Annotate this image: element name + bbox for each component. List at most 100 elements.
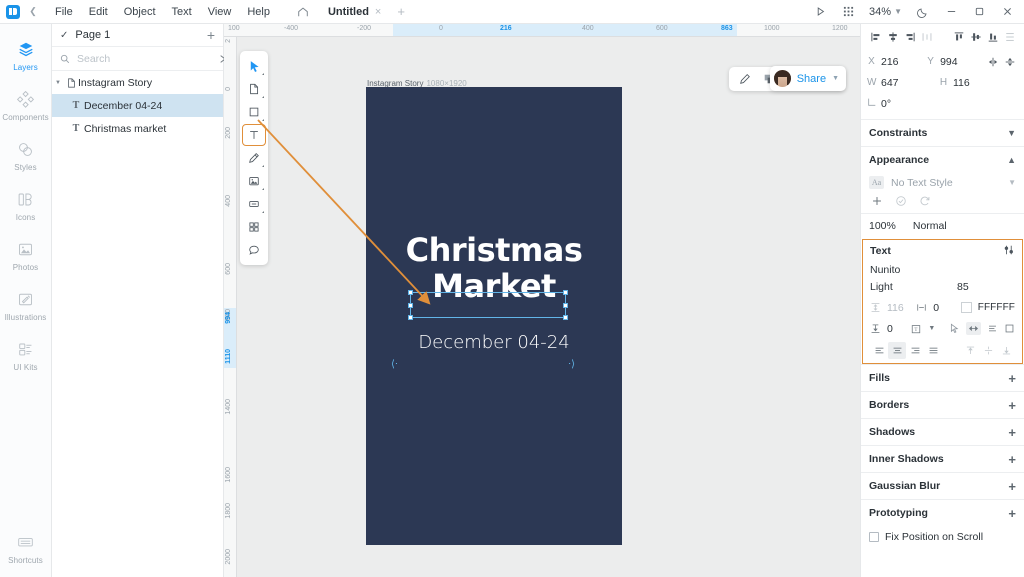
comment-tool[interactable] <box>242 239 266 261</box>
menu-item-object[interactable]: Object <box>116 4 164 20</box>
chevron-up-icon[interactable]: ▲ <box>1007 155 1016 165</box>
menu-item-help[interactable]: Help <box>239 4 278 20</box>
reset-style-button[interactable] <box>919 195 931 207</box>
sidebar-item-shortcuts[interactable]: Shortcuts <box>0 531 52 565</box>
text-resize-arrow-left[interactable]: ⟨⋅ <box>391 360 398 370</box>
sidebar-item-icons[interactable]: Icons <box>0 188 52 222</box>
chevron-down-icon[interactable]: ▼ <box>1007 128 1016 138</box>
chevron-down-icon[interactable]: ▼ <box>832 75 839 82</box>
selection-box[interactable] <box>408 290 568 320</box>
section-constraints[interactable]: Constraints ▼ <box>861 119 1024 146</box>
artboard-heading-line1[interactable]: Christmas <box>366 232 622 269</box>
new-tab-button[interactable]: + <box>389 4 413 19</box>
maximize-window-button[interactable] <box>966 1 992 23</box>
move-tool[interactable] <box>242 55 266 77</box>
image-tool[interactable] <box>242 170 266 192</box>
search-input[interactable] <box>77 52 212 65</box>
add-fill-button[interactable]: + <box>1008 372 1016 385</box>
text-settings-icon[interactable] <box>1003 244 1015 259</box>
sidebar-item-components[interactable]: Components <box>0 88 52 122</box>
text-color-field[interactable]: FFFFFF <box>960 302 1015 313</box>
add-shadow-button[interactable]: + <box>1008 426 1016 439</box>
valign-bottom-icon[interactable] <box>997 342 1015 359</box>
rotation-field[interactable]: 0° <box>867 97 939 110</box>
blend-mode-value[interactable]: Normal <box>913 220 947 232</box>
sidebar-item-styles[interactable]: Styles <box>0 138 52 172</box>
menu-item-text[interactable]: Text <box>164 4 200 20</box>
menu-item-file[interactable]: File <box>47 4 81 20</box>
align-middle-v-icon[interactable] <box>967 27 984 47</box>
chevron-down-icon[interactable]: ▼ <box>52 80 64 86</box>
add-inner-shadow-button[interactable]: + <box>1008 453 1016 466</box>
vertical-ruler[interactable]: 2 0 200 400 600 800 994 1110 1400 1600 1… <box>224 37 237 577</box>
play-preview-icon[interactable] <box>807 1 833 23</box>
resize-handle-r[interactable] <box>563 303 568 308</box>
add-border-button[interactable]: + <box>1008 399 1016 412</box>
height-field[interactable]: H 116 <box>939 77 1011 89</box>
y-field[interactable]: Y 994 <box>926 56 985 68</box>
chevron-down-icon[interactable]: ▼ <box>928 325 935 332</box>
dark-mode-icon[interactable] <box>910 1 936 23</box>
align-left-icon[interactable] <box>867 27 884 47</box>
apps-grid-icon[interactable] <box>835 1 861 23</box>
menu-item-edit[interactable]: Edit <box>81 4 116 20</box>
section-appearance[interactable]: Appearance ▲ <box>861 146 1024 173</box>
add-style-button[interactable] <box>871 195 883 207</box>
sidebar-item-uikits[interactable]: UI Kits <box>0 338 52 372</box>
app-logo[interactable] <box>0 0 26 24</box>
menu-item-view[interactable]: View <box>200 4 240 20</box>
component-tool[interactable] <box>242 193 266 215</box>
distribute-h-icon[interactable] <box>918 27 935 47</box>
section-fills[interactable]: Fills + <box>861 364 1024 391</box>
canvas-area[interactable]: 100 -400 -200 0 216 400 600 863 1000 120… <box>224 24 860 577</box>
fixed-size-icon[interactable] <box>1004 323 1015 334</box>
auto-height-icon[interactable] <box>987 323 998 334</box>
grid-tool[interactable] <box>242 216 266 238</box>
font-weight-value[interactable]: Light <box>870 281 957 293</box>
section-prototyping[interactable]: Prototyping + <box>861 499 1024 526</box>
letter-spacing-field[interactable]: 0 <box>916 302 960 314</box>
align-center-h-icon[interactable] <box>884 27 901 47</box>
resize-handle-tl[interactable] <box>408 290 413 295</box>
align-right-icon[interactable] <box>901 27 918 47</box>
flip-horizontal-icon[interactable] <box>985 56 1001 68</box>
text-resize-arrow-right[interactable]: ⋅⟩ <box>568 360 575 370</box>
section-shadows[interactable]: Shadows + <box>861 418 1024 445</box>
sidebar-item-layers[interactable]: Layers <box>0 38 52 72</box>
resize-handle-l[interactable] <box>408 303 413 308</box>
avatar[interactable] <box>773 70 791 87</box>
home-icon[interactable] <box>292 6 314 18</box>
back-chevron-icon[interactable]: ❮ <box>26 6 40 17</box>
add-prototype-button[interactable]: + <box>1008 507 1016 520</box>
chevron-down-icon[interactable]: ▼ <box>1008 178 1016 187</box>
add-page-button[interactable]: + <box>207 28 215 42</box>
valign-top-icon[interactable] <box>961 342 979 359</box>
zoom-level-dropdown[interactable]: 34% ▼ <box>863 6 908 18</box>
section-inner-shadows[interactable]: Inner Shadows + <box>861 445 1024 472</box>
x-field[interactable]: X 216 <box>867 56 926 68</box>
close-icon[interactable]: × <box>375 6 381 18</box>
font-size-value[interactable]: 85 <box>957 281 1015 293</box>
fix-position-row[interactable]: Fix Position on Scroll <box>861 526 1024 548</box>
layer-row-december[interactable]: T December 04-24 <box>52 94 223 117</box>
align-text-left-icon[interactable] <box>870 342 888 359</box>
valign-middle-icon[interactable] <box>979 342 997 359</box>
edit-path-icon[interactable] <box>734 69 756 89</box>
width-field[interactable]: W 647 <box>867 77 939 89</box>
text-style-row[interactable]: Aa No Text Style ▼ <box>861 173 1024 193</box>
page-title[interactable]: Page 1 <box>75 29 199 41</box>
align-text-right-icon[interactable] <box>906 342 924 359</box>
layer-row-instagram-story[interactable]: ▼ Instagram Story <box>52 71 223 94</box>
resize-handle-tr[interactable] <box>563 290 568 295</box>
line-height-field[interactable]: 116 <box>870 302 916 314</box>
text-transform-field[interactable]: T ▼ <box>910 323 949 335</box>
artboard-subheading[interactable]: December 04-24 <box>366 332 622 353</box>
font-family-field[interactable]: Nunito <box>863 262 1022 279</box>
layer-row-christmas-market[interactable]: T Christmas market <box>52 117 223 140</box>
flip-vertical-icon[interactable] <box>1002 56 1018 68</box>
align-top-icon[interactable] <box>950 27 967 47</box>
sidebar-item-photos[interactable]: Photos <box>0 238 52 272</box>
align-bottom-icon[interactable] <box>984 27 1001 47</box>
auto-width-icon[interactable] <box>966 322 981 335</box>
resize-handle-br[interactable] <box>563 315 568 320</box>
